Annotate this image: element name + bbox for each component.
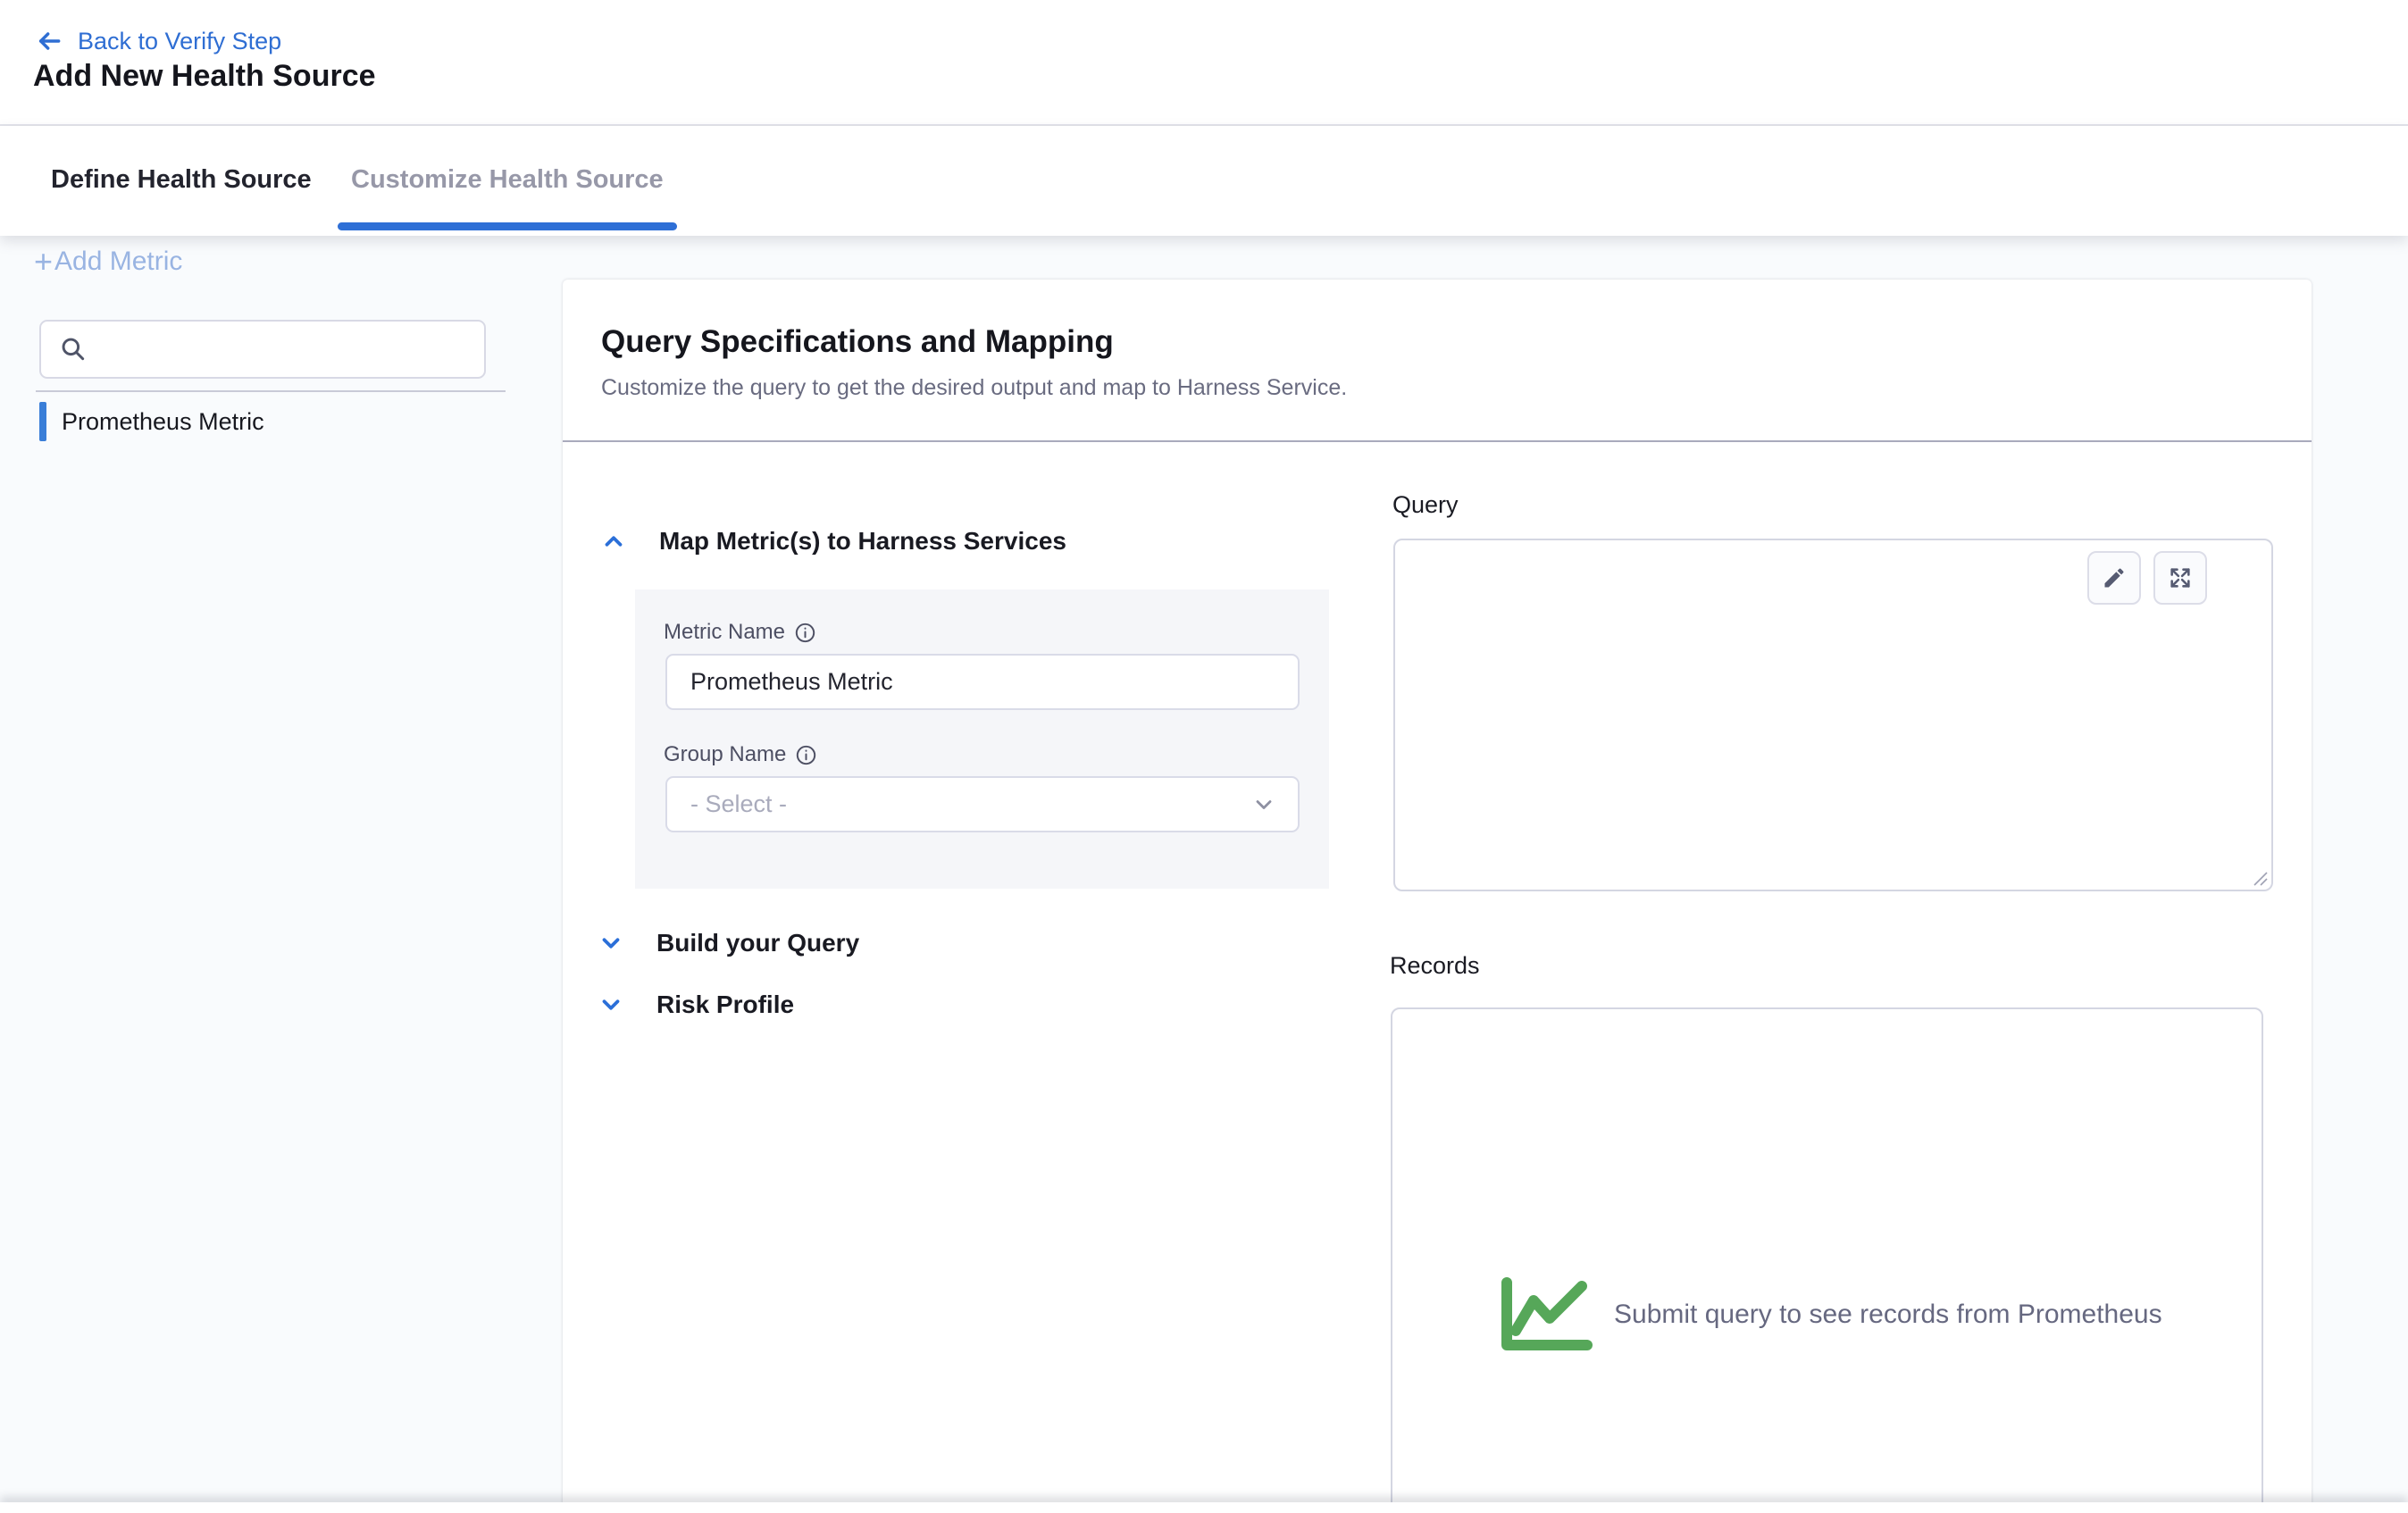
back-arrow-icon xyxy=(35,27,63,55)
add-metric-label: Add Metric xyxy=(54,247,182,277)
search-icon xyxy=(59,335,88,364)
tab-customize-health-source[interactable]: Customize Health Source xyxy=(351,165,664,195)
selected-indicator-bar xyxy=(39,402,46,441)
tab-bar: Define Health Source Customize Health So… xyxy=(0,126,2408,236)
group-name-placeholder: - Select - xyxy=(690,790,787,818)
page-header: Back to Verify Step Add New Health Sourc… xyxy=(0,0,2408,126)
section-risk-profile-label: Risk Profile xyxy=(656,991,794,1019)
sidebar-divider xyxy=(36,390,506,392)
section-map-metrics-header[interactable]: Map Metric(s) to Harness Services xyxy=(600,527,1066,556)
expand-query-button[interactable] xyxy=(2153,551,2207,605)
metric-item-label: Prometheus Metric xyxy=(62,408,264,436)
page: Back to Verify Step Add New Health Sourc… xyxy=(0,0,2408,1513)
chevron-down-icon xyxy=(598,930,624,957)
query-label: Query xyxy=(1392,491,1459,519)
add-metric-button[interactable]: + Add Metric xyxy=(34,247,182,277)
query-specifications-panel: Query Specifications and Mapping Customi… xyxy=(563,280,2312,1513)
panel-subtitle: Customize the query to get the desired o… xyxy=(601,375,1347,401)
records-empty-state: Submit query to see records from Prometh… xyxy=(1500,1277,2162,1352)
query-textarea[interactable] xyxy=(1399,544,2185,883)
page-title: Add New Health Source xyxy=(33,59,376,94)
search-input[interactable] xyxy=(100,336,475,364)
back-link-label: Back to Verify Step xyxy=(78,28,281,55)
map-metrics-form: Metric Name Group Name xyxy=(635,589,1329,889)
info-icon[interactable] xyxy=(794,622,816,644)
section-map-metrics-label: Map Metric(s) to Harness Services xyxy=(659,527,1066,556)
chevron-down-icon xyxy=(598,991,624,1018)
chevron-down-icon xyxy=(1251,792,1276,817)
section-risk-profile-header[interactable]: Risk Profile xyxy=(598,991,794,1019)
metric-name-label: Metric Name xyxy=(664,620,816,645)
group-name-label: Group Name xyxy=(664,742,817,767)
panel-title: Query Specifications and Mapping xyxy=(601,324,1114,360)
sidebar-item-prometheus-metric[interactable]: Prometheus Metric xyxy=(39,402,264,441)
records-empty-message: Submit query to see records from Prometh… xyxy=(1614,1300,2162,1330)
pencil-icon xyxy=(2102,565,2127,590)
back-to-verify-link[interactable]: Back to Verify Step xyxy=(35,27,281,55)
metric-search-box[interactable] xyxy=(39,320,486,379)
fullscreen-expand-icon xyxy=(2168,565,2193,590)
active-tab-indicator xyxy=(338,222,677,230)
query-editor xyxy=(1393,539,2273,891)
edit-query-button[interactable] xyxy=(2087,551,2141,605)
group-name-select[interactable]: - Select - xyxy=(665,776,1300,832)
panel-divider xyxy=(563,440,2312,442)
section-build-query-label: Build your Query xyxy=(656,929,859,957)
textarea-resize-handle[interactable] xyxy=(2250,868,2270,888)
metric-name-input[interactable] xyxy=(665,654,1300,710)
line-chart-icon xyxy=(1500,1277,1594,1352)
section-build-query-header[interactable]: Build your Query xyxy=(598,929,859,957)
tab-define-health-source[interactable]: Define Health Source xyxy=(51,165,312,195)
group-name-label-text: Group Name xyxy=(664,742,786,767)
info-icon[interactable] xyxy=(795,744,817,766)
chevron-up-icon xyxy=(600,528,627,555)
records-label: Records xyxy=(1390,952,1480,980)
footer-edge xyxy=(0,1502,2408,1513)
metric-name-label-text: Metric Name xyxy=(664,620,785,645)
plus-icon: + xyxy=(34,248,53,275)
records-panel: Submit query to see records from Prometh… xyxy=(1391,1007,2263,1513)
